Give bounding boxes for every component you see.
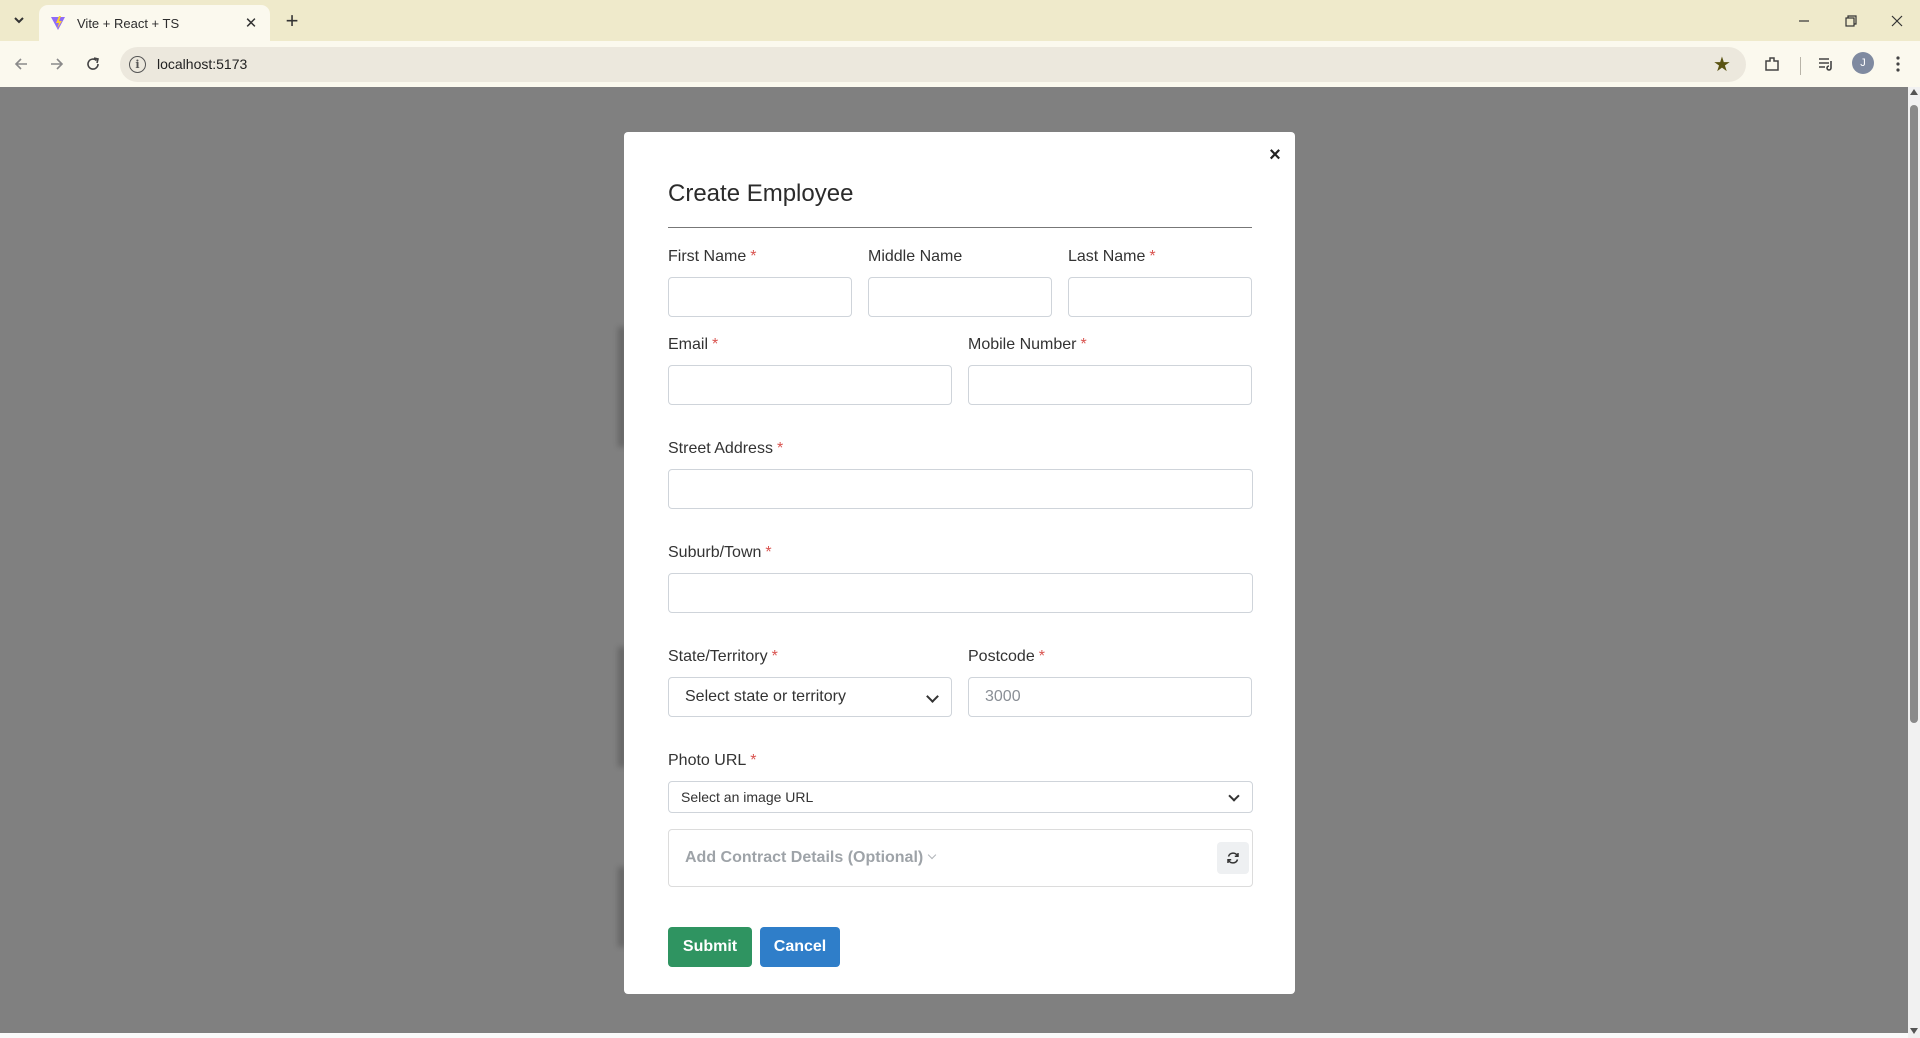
contract-details-panel[interactable]: Add Contract Details (Optional): [668, 829, 1253, 887]
page-scrollbar[interactable]: [1908, 87, 1920, 1038]
modal-title: Create Employee: [668, 180, 854, 207]
scroll-up-arrow-icon[interactable]: [1910, 89, 1918, 95]
required-marker: *: [712, 336, 719, 353]
tab-title: Vite + React + TS: [77, 15, 180, 31]
required-marker: *: [750, 248, 757, 265]
minimize-icon[interactable]: [1781, 0, 1827, 41]
chevron-down-icon: [926, 690, 939, 703]
last-name-input[interactable]: [1068, 277, 1252, 317]
chevron-down-icon: [927, 850, 937, 860]
media-controls-icon[interactable]: [1812, 50, 1840, 78]
postcode-input[interactable]: [968, 677, 1252, 717]
postcode-label: Postcode *: [968, 648, 1045, 665]
address-bar[interactable]: i localhost:5173 ★: [120, 47, 1746, 82]
create-employee-modal: × Create Employee First Name * Middle Nam…: [624, 132, 1295, 994]
restore-icon[interactable]: [1828, 0, 1874, 41]
title-divider: [668, 227, 1252, 228]
submit-button[interactable]: Submit: [668, 927, 752, 967]
suburb-town-label: Suburb/Town *: [668, 544, 772, 561]
photo-url-label: Photo URL *: [668, 752, 757, 769]
street-address-input[interactable]: [668, 469, 1253, 509]
required-marker: *: [771, 648, 778, 665]
photo-url-select-value: Select an image URL: [681, 789, 814, 805]
reload-icon[interactable]: [79, 50, 107, 78]
bookmark-star-icon[interactable]: ★: [1713, 52, 1731, 77]
toolbar-divider: [1800, 57, 1801, 75]
street-address-label: Street Address *: [668, 440, 784, 457]
forward-icon[interactable]: [43, 50, 71, 78]
tab-close-icon[interactable]: ✕: [242, 14, 260, 32]
required-marker: *: [1149, 248, 1156, 265]
required-marker: *: [750, 752, 757, 769]
browser-toolbar: i localhost:5173 ★ J: [0, 41, 1920, 87]
chevron-down-icon: [1228, 790, 1240, 802]
back-icon[interactable]: [7, 50, 35, 78]
state-territory-select[interactable]: Select state or territory: [668, 677, 952, 717]
refresh-button[interactable]: [1217, 842, 1249, 874]
bottom-edge: [0, 1033, 1908, 1038]
site-info-icon[interactable]: i: [129, 56, 146, 73]
middle-name-label: Middle Name: [868, 248, 963, 265]
browser-menu-icon[interactable]: [1884, 50, 1912, 78]
email-label: Email *: [668, 336, 719, 353]
photo-url-select[interactable]: Select an image URL: [668, 781, 1253, 813]
required-marker: *: [1038, 648, 1045, 665]
cancel-button[interactable]: Cancel: [760, 927, 840, 967]
state-select-value: Select state or territory: [685, 688, 846, 705]
url-text: localhost:5173: [157, 56, 248, 72]
browser-tab-bar: Vite + React + TS ✕ +: [0, 0, 1920, 41]
last-name-label: Last Name *: [1068, 248, 1156, 265]
mobile-number-input[interactable]: [968, 365, 1252, 405]
suburb-town-input[interactable]: [668, 573, 1253, 613]
required-marker: *: [1080, 336, 1087, 353]
refresh-icon: [1227, 852, 1239, 864]
new-tab-icon[interactable]: +: [280, 9, 304, 33]
required-marker: *: [776, 440, 784, 457]
scroll-down-arrow-icon[interactable]: [1910, 1028, 1918, 1034]
window-close-icon[interactable]: [1874, 0, 1920, 41]
tab-search-chevron-icon[interactable]: [8, 9, 30, 31]
scroll-thumb[interactable]: [1910, 105, 1918, 723]
profile-avatar[interactable]: J: [1852, 52, 1874, 74]
middle-name-input[interactable]: [868, 277, 1052, 317]
first-name-label: First Name *: [668, 248, 757, 265]
modal-close-icon[interactable]: ×: [1264, 144, 1286, 166]
mobile-number-label: Mobile Number *: [968, 336, 1087, 353]
required-marker: *: [765, 544, 772, 561]
state-territory-label: State/Territory *: [668, 648, 778, 665]
email-input[interactable]: [668, 365, 952, 405]
first-name-input[interactable]: [668, 277, 852, 317]
vite-logo-icon: [49, 14, 67, 32]
contract-details-toggle[interactable]: Add Contract Details (Optional): [685, 849, 937, 867]
extensions-icon[interactable]: [1758, 50, 1786, 78]
browser-tab[interactable]: Vite + React + TS ✕: [39, 5, 270, 41]
